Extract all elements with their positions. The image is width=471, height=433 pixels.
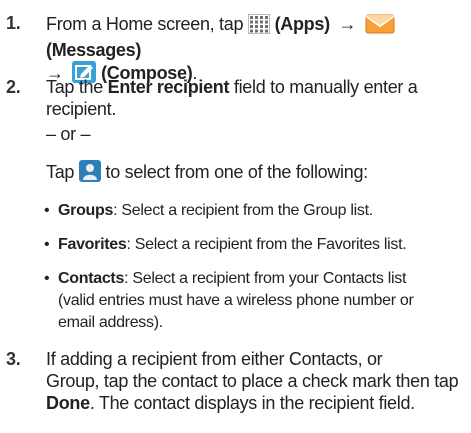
messages-envelope-icon xyxy=(365,12,395,39)
step-3: 3. If adding a recipient from either Con… xyxy=(0,348,471,418)
done-label: Done xyxy=(46,393,90,413)
step-3-text: If adding a recipient from either Contac… xyxy=(46,349,459,413)
messages-label: (Messages) xyxy=(46,40,142,60)
bullet-dot: • xyxy=(44,202,50,219)
bullet-favorites: • Favorites: Select a recipient from the… xyxy=(44,234,467,256)
bullet-dot: • xyxy=(44,236,50,253)
enter-recipient-label: Enter recipient xyxy=(107,77,230,97)
apps-label: (Apps) xyxy=(274,14,331,34)
or-divider: – or – xyxy=(46,124,91,144)
tap-icon-line: Tap to select from one of the following: xyxy=(46,160,368,187)
bullet-contacts: • Contacts: Select a recipient from your… xyxy=(44,270,414,331)
arrow: → xyxy=(338,14,357,34)
bullet-groups: • Groups: Select a recipient from the Gr… xyxy=(44,200,467,222)
step-1: 1. From a Home screen, tap (Apps) → (Mes… xyxy=(0,12,471,83)
contact-person-icon xyxy=(78,160,101,187)
instructions-page: 1. From a Home screen, tap (Apps) → (Mes… xyxy=(0,0,471,433)
bullet-dot: • xyxy=(44,270,50,287)
step-1-number: 1. xyxy=(6,13,21,33)
step-2-number: 2. xyxy=(6,77,21,97)
step-2-text: Tap the Enter recipient field to manuall… xyxy=(46,77,418,119)
apps-grid-icon xyxy=(247,13,271,39)
step-3-number: 3. xyxy=(6,349,21,369)
step-2: 2. Tap the Enter recipient field to manu… xyxy=(0,76,471,120)
